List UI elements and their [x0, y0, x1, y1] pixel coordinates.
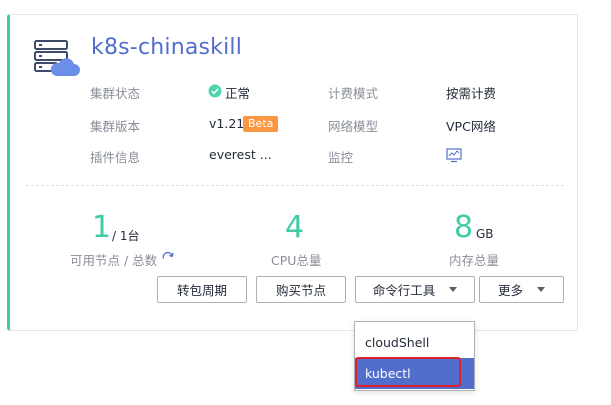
convert-period-label: 转包周期 [176, 283, 227, 298]
memory-label: 内存总量 [449, 253, 500, 268]
cli-tools-button[interactable]: 命令行工具 [355, 276, 475, 303]
memory-value: 8 [454, 210, 474, 245]
buy-node-label: 购买节点 [275, 283, 326, 298]
nodes-label: 可用节点 / 总数 [70, 253, 158, 268]
version-value: v1.21 [209, 116, 245, 131]
section-divider [26, 185, 564, 186]
monitor-label: 监控 [328, 150, 354, 165]
cpu-value: 4 [285, 210, 305, 245]
network-value: VPC网络 [446, 119, 496, 134]
addons-value[interactable]: everest ... [209, 147, 272, 162]
memory-unit: GB [476, 227, 494, 241]
status-value: 正常 [225, 86, 251, 101]
cli-tools-dropdown: cloudShell kubectl [354, 321, 475, 391]
billing-value: 按需计费 [446, 86, 497, 101]
convert-period-button[interactable]: 转包周期 [157, 276, 247, 303]
buy-node-button[interactable]: 购买节点 [256, 276, 346, 303]
beta-badge: Beta [243, 116, 279, 132]
nodes-available-value: 1 [92, 210, 112, 245]
more-button[interactable]: 更多 [479, 276, 564, 303]
chevron-down-icon [537, 287, 545, 292]
refresh-icon[interactable] [162, 251, 174, 263]
network-label: 网络模型 [328, 119, 379, 134]
more-label: 更多 [497, 283, 523, 298]
status-label: 集群状态 [90, 86, 141, 101]
menu-item-cloudshell[interactable]: cloudShell [355, 327, 474, 358]
version-label: 集群版本 [90, 119, 141, 134]
cpu-label: CPU总量 [271, 253, 322, 268]
monitor-icon[interactable] [446, 147, 462, 163]
billing-label: 计费模式 [328, 86, 379, 101]
addons-label: 插件信息 [90, 150, 141, 165]
chevron-down-icon [449, 287, 458, 292]
check-circle-icon [208, 84, 222, 98]
cluster-name[interactable]: k8s-chinaskill [91, 35, 242, 60]
cluster-cloud-icon [34, 40, 80, 76]
menu-item-kubectl[interactable]: kubectl [355, 358, 474, 389]
nodes-total-value: / 1台 [112, 229, 140, 243]
cli-tools-label: 命令行工具 [372, 283, 436, 298]
